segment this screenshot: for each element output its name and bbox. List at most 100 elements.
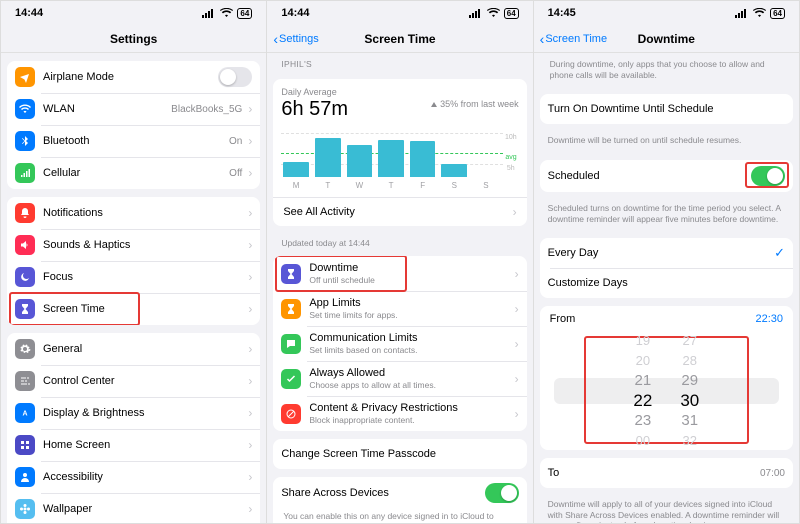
- delta-label: 35% from last week: [431, 99, 519, 109]
- sliders-icon: [15, 371, 35, 391]
- from-time-picker[interactable]: From 22:30 192021222300 272829303132: [540, 306, 793, 450]
- wallpaper-row[interactable]: Wallpaper ›: [7, 493, 260, 523]
- wheel-value: 19: [636, 331, 650, 351]
- airplane-mode-row[interactable]: Airplane Mode: [7, 61, 260, 93]
- bluetooth-icon: [15, 131, 35, 151]
- row-label: Accessibility: [43, 471, 242, 483]
- chevron-right-icon: ›: [248, 166, 252, 180]
- sounds-haptics-row[interactable]: Sounds & Haptics›: [7, 229, 260, 261]
- chart-bar: [378, 140, 404, 177]
- chart-day-label: S: [473, 181, 499, 190]
- page-title: Screen Time: [364, 32, 435, 46]
- every-day-row[interactable]: Every Day ✓: [540, 238, 793, 268]
- page-title: Settings: [110, 32, 157, 46]
- chart-day-label: T: [378, 181, 404, 190]
- change-passcode-label: Change Screen Time Passcode: [281, 448, 518, 460]
- row-label: Wallpaper: [43, 503, 242, 515]
- communication-limits-row[interactable]: Communication LimitsSet limits based on …: [273, 326, 526, 361]
- chevron-right-icon: ›: [248, 102, 252, 116]
- chart-bar: [410, 141, 436, 177]
- downtime-description: During downtime, only apps that you choo…: [540, 53, 793, 86]
- scheduled-toggle[interactable]: [751, 166, 785, 186]
- back-button[interactable]: ‹Screen Time: [540, 32, 607, 46]
- app-limits-row[interactable]: App LimitsSet time limits for apps.›: [273, 291, 526, 326]
- wheel-value: 27: [683, 331, 697, 351]
- chevron-left-icon: ‹: [273, 32, 278, 46]
- signal-icon: [735, 8, 749, 18]
- wifi-icon: [487, 8, 500, 18]
- status-time: 14:44: [281, 7, 309, 19]
- status-time: 14:45: [548, 7, 576, 19]
- see-all-label: See All Activity: [283, 206, 355, 218]
- back-button[interactable]: ‹Settings: [273, 32, 318, 46]
- wifi-icon: [15, 99, 35, 119]
- chart-bar: [315, 138, 341, 177]
- scheduled-row[interactable]: Scheduled: [540, 160, 793, 192]
- page-title: Downtime: [638, 32, 695, 46]
- cellular-row[interactable]: CellularOff›: [7, 157, 260, 189]
- wheel-value: 00: [636, 431, 650, 450]
- grid-label: 5h: [507, 165, 515, 172]
- row-label: Always Allowed: [309, 367, 508, 379]
- speaker-icon: [15, 235, 35, 255]
- row-label: Downtime: [309, 262, 508, 274]
- downtime-row[interactable]: DowntimeOff until schedule›: [273, 256, 526, 291]
- chevron-right-icon: ›: [248, 134, 252, 148]
- accessibility-row[interactable]: Accessibility›: [7, 461, 260, 493]
- to-row[interactable]: To 07:00: [540, 458, 793, 488]
- grid-icon: [15, 435, 35, 455]
- to-label: To: [548, 467, 756, 479]
- always-allowed-row[interactable]: Always AllowedChoose apps to allow at al…: [273, 361, 526, 396]
- display-brightness-row[interactable]: ADisplay & Brightness›: [7, 397, 260, 429]
- navbar: ‹Screen Time Downtime: [534, 25, 799, 53]
- control-center-row[interactable]: Control Center›: [7, 365, 260, 397]
- row-value: Off: [229, 168, 242, 179]
- hour-wheel[interactable]: 192021222300: [633, 332, 652, 450]
- chevron-right-icon: ›: [515, 302, 519, 316]
- customize-days-row[interactable]: Customize Days: [540, 268, 793, 298]
- share-toggle[interactable]: [485, 483, 519, 503]
- hourglass-icon: [281, 264, 301, 284]
- content-privacy-restrictions-row[interactable]: Content & Privacy RestrictionsBlock inap…: [273, 396, 526, 431]
- status-bar: 14:44 64: [267, 1, 532, 25]
- change-passcode-row[interactable]: Change Screen Time Passcode: [273, 439, 526, 469]
- notifications-row[interactable]: Notifications›: [7, 197, 260, 229]
- share-across-devices-row[interactable]: Share Across Devices: [273, 477, 526, 509]
- focus-row[interactable]: Focus›: [7, 261, 260, 293]
- row-label: Bluetooth: [43, 135, 225, 147]
- row-label: WLAN: [43, 103, 167, 115]
- chevron-right-icon: ›: [248, 502, 252, 516]
- svg-text:A: A: [22, 411, 27, 418]
- home-screen-row[interactable]: Home Screen›: [7, 429, 260, 461]
- wheel-value: 20: [636, 351, 650, 371]
- from-row[interactable]: From 22:30: [540, 306, 793, 332]
- turn-on-downtime-row[interactable]: Turn On Downtime Until Schedule: [540, 94, 793, 124]
- see-all-activity-row[interactable]: See All Activity ›: [273, 197, 526, 226]
- screen-time-row[interactable]: Screen Time›: [7, 293, 260, 325]
- row-toggle[interactable]: [218, 67, 252, 87]
- aa-icon: A: [15, 403, 35, 423]
- row-label: Home Screen: [43, 439, 242, 451]
- bell-icon: [15, 203, 35, 223]
- screen-time-screen: 14:44 64 ‹Settings Screen Time IPHIL'S D…: [267, 0, 533, 524]
- row-value: On: [229, 136, 242, 147]
- arrow-up-icon: [431, 102, 437, 107]
- chart-day-label: F: [410, 181, 436, 190]
- row-label: Focus: [43, 271, 242, 283]
- row-label: Display & Brightness: [43, 407, 242, 419]
- minute-wheel[interactable]: 272829303132: [680, 332, 699, 450]
- row-sublabel: Set time limits for apps.: [309, 310, 508, 320]
- bluetooth-row[interactable]: Bluetooth On ›: [7, 125, 260, 157]
- chevron-right-icon: ›: [515, 337, 519, 351]
- general-row[interactable]: General›: [7, 333, 260, 365]
- wlan-row[interactable]: WLANBlackBooks_5G›: [7, 93, 260, 125]
- chart-day-label: W: [347, 181, 373, 190]
- chevron-right-icon: ›: [515, 372, 519, 386]
- check-icon: [281, 369, 301, 389]
- chevron-right-icon: ›: [513, 205, 517, 219]
- usage-chart-card[interactable]: Daily Average 6h 57m 35% from last week …: [273, 79, 526, 226]
- status-time: 14:44: [15, 7, 43, 19]
- flower-icon: [15, 499, 35, 519]
- row-sublabel: Block inappropriate content.: [309, 415, 508, 425]
- cellular-icon: [15, 163, 35, 183]
